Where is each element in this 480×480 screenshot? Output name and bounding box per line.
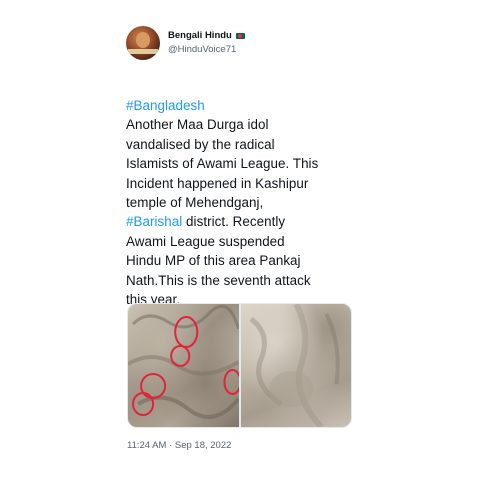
media-photo-right[interactable] xyxy=(240,304,351,427)
annotation-circle xyxy=(140,373,167,399)
tweet-line-text: Islamists of Awami League. This xyxy=(126,156,319,172)
tweet-line-text: Another Maa Durga idol xyxy=(126,117,269,133)
tweet-media xyxy=(127,303,352,428)
tweet-line-text: vandalised by the radical xyxy=(126,136,275,152)
idol-closeup-photo xyxy=(248,304,340,427)
hashtag-link[interactable]: #Barishal xyxy=(126,214,182,229)
tweet-line: Hindu MP of this area Pankaj xyxy=(126,251,354,270)
tweet-line: vandalised by the radical xyxy=(126,135,354,154)
tweet-line: #Bangladesh xyxy=(126,96,354,115)
user-info: Bengali Hindu @HinduVoice71 xyxy=(168,29,245,57)
avatar-face xyxy=(136,32,150,48)
avatar[interactable] xyxy=(126,26,160,60)
user-handle[interactable]: @HinduVoice71 xyxy=(168,43,245,57)
annotation-circle xyxy=(132,392,155,416)
annotated-idol-photo xyxy=(128,304,239,419)
hashtag-link[interactable]: #Bangladesh xyxy=(126,98,205,113)
tweet-line-text: temple of Mehendganj, xyxy=(126,195,264,211)
tweet-line: #Barishal district. Recently xyxy=(126,212,354,231)
tweet-line-text: Incident happened in Kashipur xyxy=(126,175,309,191)
tweet-line: Incident happened in Kashipur xyxy=(126,174,354,193)
tweet-line: Islamists of Awami League. This xyxy=(126,154,354,173)
tweet-line-text: district. Recently xyxy=(182,214,286,230)
tweet-line: temple of Mehendganj, xyxy=(126,193,354,212)
display-name[interactable]: Bengali Hindu xyxy=(168,29,245,43)
tweet-text: #Bangladesh Another Maa Durga idol vanda… xyxy=(126,96,354,309)
bangladesh-flag-icon xyxy=(235,33,245,39)
tweet-card: Bengali Hindu @HinduVoice71 #Bangladesh … xyxy=(126,24,354,309)
tweet-line-text: Hindu MP of this area Pankaj xyxy=(126,253,301,269)
annotation-circle xyxy=(174,316,199,348)
annotation-circle xyxy=(223,369,239,395)
media-photo-left[interactable] xyxy=(128,304,239,427)
tweet-line: Awami League suspended xyxy=(126,232,354,251)
tweet-line: Another Maa Durga idol xyxy=(126,115,354,134)
annotation-circle xyxy=(170,345,191,367)
avatar-banner xyxy=(128,49,158,54)
display-name-text: Bengali Hindu xyxy=(168,30,232,41)
tweet-line-text: Awami League suspended xyxy=(126,233,285,249)
tweet-line: Nath.This is the seventh attack xyxy=(126,271,354,290)
tweet-timestamp[interactable]: 11:24 AM · Sep 18, 2022 xyxy=(127,440,231,451)
tweet-header: Bengali Hindu @HinduVoice71 xyxy=(126,24,354,62)
tweet-line-text: Nath.This is the seventh attack xyxy=(126,272,311,288)
